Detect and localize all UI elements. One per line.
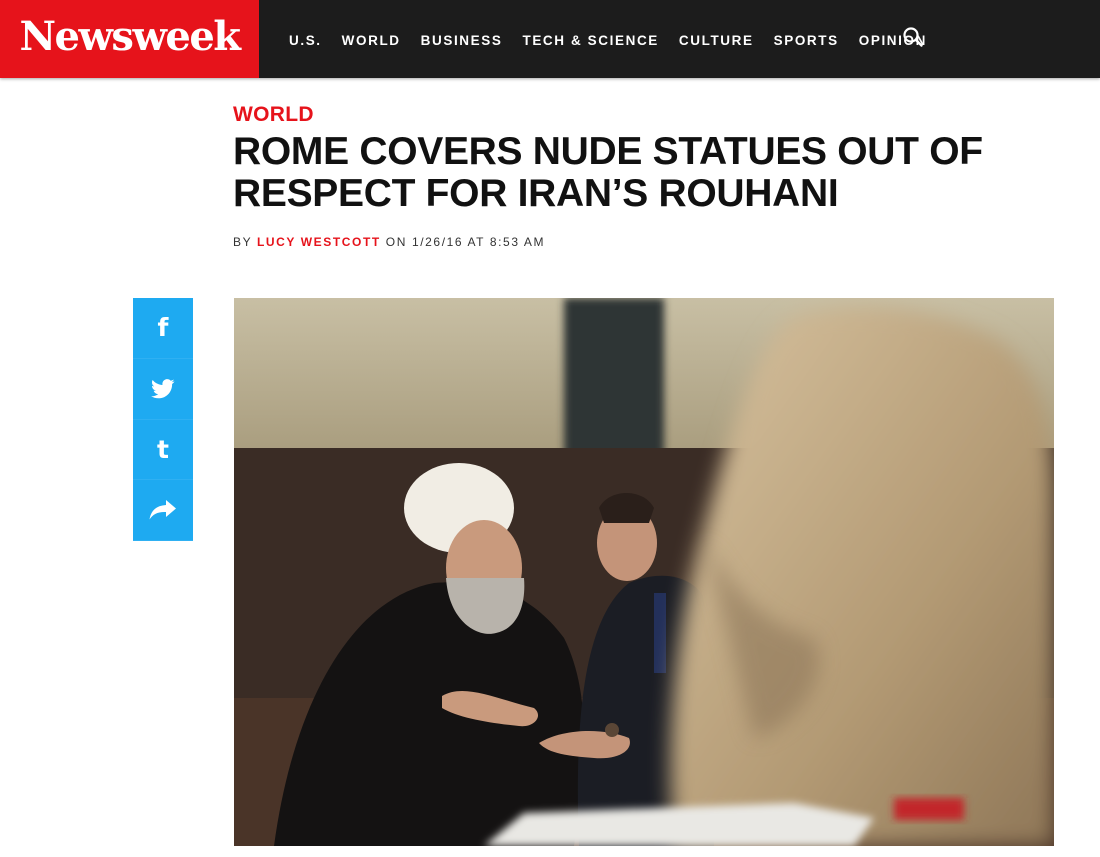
- twitter-share-button[interactable]: [133, 359, 193, 420]
- main-nav: U.S. WORLD BUSINESS TECH & SCIENCE CULTU…: [289, 0, 947, 78]
- nav-item-business[interactable]: BUSINESS: [421, 31, 503, 48]
- tumblr-icon: t: [157, 434, 169, 464]
- byline: BY LUCY WESTCOTT ON 1/26/16 AT 8:53 AM: [233, 235, 545, 249]
- logo-text: Newsweek: [19, 13, 241, 60]
- nav-item-us[interactable]: U.S.: [289, 31, 322, 48]
- share-arrow-icon: [149, 500, 176, 520]
- tumblr-share-button[interactable]: t: [133, 420, 193, 481]
- nav-item-sports[interactable]: SPORTS: [774, 31, 839, 48]
- publish-time: 8:53 AM: [489, 235, 546, 249]
- nav-item-culture[interactable]: CULTURE: [679, 31, 754, 48]
- facebook-share-button[interactable]: f: [133, 298, 193, 359]
- site-header: Newsweek U.S. WORLD BUSINESS TECH & SCIE…: [0, 0, 1100, 78]
- search-icon[interactable]: [902, 26, 924, 48]
- nav-item-world[interactable]: WORLD: [342, 31, 401, 48]
- more-share-button[interactable]: [133, 480, 193, 541]
- nav-item-tech-science[interactable]: TECH & SCIENCE: [522, 31, 658, 48]
- byline-prefix: BY: [233, 235, 252, 249]
- author-link[interactable]: LUCY WESTCOTT: [257, 235, 381, 249]
- share-bar: f t: [133, 298, 193, 541]
- byline-at: AT: [467, 235, 485, 249]
- headline: ROME COVERS NUDE STATUES OUT OF RESPECT …: [233, 130, 983, 215]
- publish-date: 1/26/16: [411, 235, 464, 249]
- section-label[interactable]: WORLD: [233, 103, 314, 127]
- twitter-bird-icon: [151, 378, 175, 398]
- byline-on: ON: [385, 235, 407, 249]
- photo-icon: [234, 298, 1054, 846]
- newsweek-logo[interactable]: Newsweek: [0, 0, 259, 78]
- hero-image[interactable]: [234, 298, 1054, 846]
- facebook-icon: f: [157, 313, 169, 343]
